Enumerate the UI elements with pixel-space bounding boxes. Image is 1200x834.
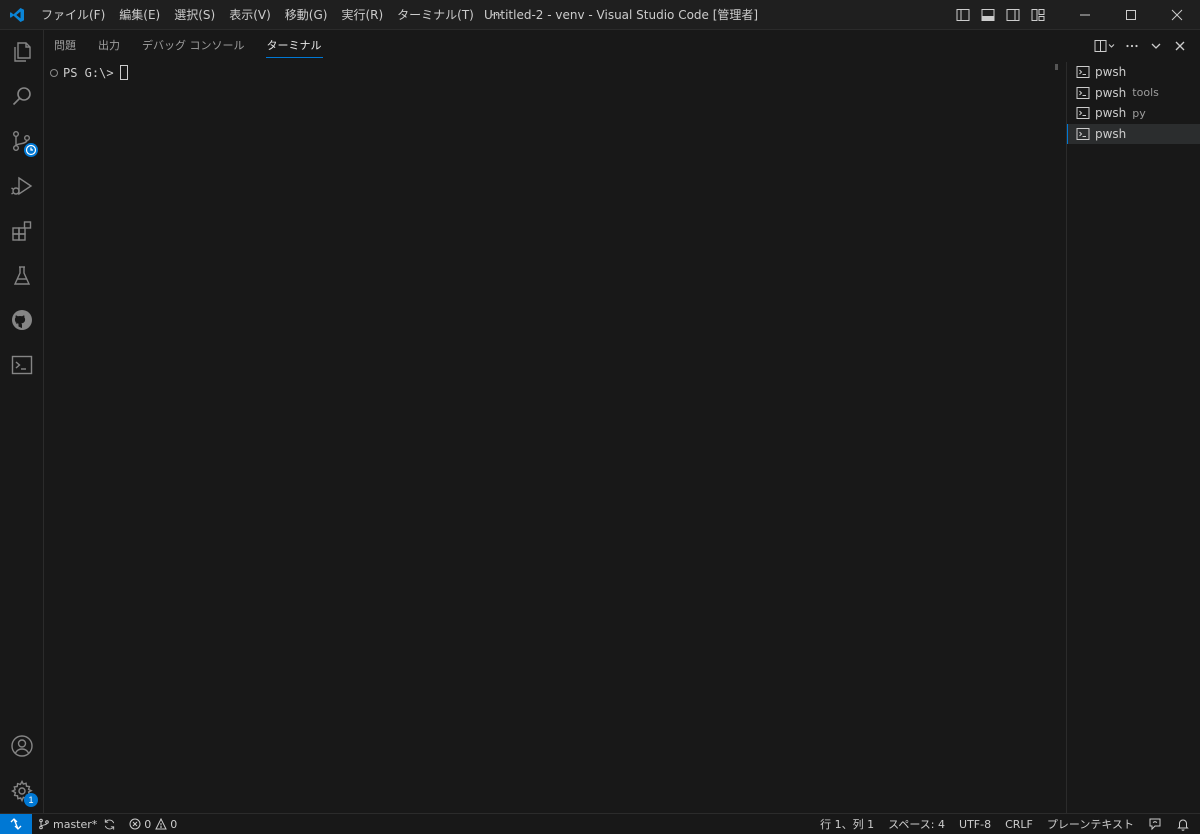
close-window-button[interactable]: [1154, 0, 1200, 30]
terminal-tab-desc: tools: [1132, 86, 1159, 100]
feedback-icon[interactable]: [1141, 814, 1169, 834]
toggle-secondary-sidebar-icon[interactable]: [1000, 0, 1025, 30]
problems-status[interactable]: 0 0: [121, 814, 182, 834]
indentation[interactable]: スペース: 4: [881, 814, 952, 834]
terminal-prompt: PS G:\>: [63, 65, 114, 80]
command-decoration-icon[interactable]: [50, 68, 58, 77]
customize-layout-icon[interactable]: [1025, 0, 1050, 30]
tab-debug-console[interactable]: デバッグ コンソール: [142, 30, 245, 62]
source-control-clock-badge: [24, 143, 38, 157]
window-title: Untitled-2 - venv - Visual Studio Code […: [484, 8, 759, 22]
git-branch[interactable]: master*: [32, 814, 121, 834]
extensions-icon[interactable]: [0, 209, 44, 253]
terminal-panel: 問題 出力 デバッグ コンソール ターミナル PS G:\> pwsh pwsh…: [44, 30, 1200, 813]
terminal-tab-name: pwsh: [1095, 106, 1127, 121]
terminal-cursor: [119, 65, 128, 80]
close-panel-icon[interactable]: [1168, 34, 1192, 58]
terminal-icon: [1076, 106, 1090, 120]
menu-bar: ファイル(F) 編集(E) 選択(S) 表示(V) 移動(G) 実行(R) ター…: [34, 0, 512, 30]
menu-go[interactable]: 移動(G): [278, 0, 335, 30]
run-debug-icon[interactable]: [0, 164, 44, 208]
status-bar: master* 0 0 行 1、列 1 スペース: 4 UTF-8 CRLF プ…: [0, 813, 1200, 834]
terminal-view[interactable]: PS G:\>: [44, 62, 1066, 813]
search-icon[interactable]: [0, 74, 44, 118]
branch-name: master*: [53, 817, 98, 831]
encoding[interactable]: UTF-8: [952, 814, 998, 834]
menu-terminal[interactable]: ターミナル(T): [390, 0, 481, 30]
terminal-tabs-list: pwsh pwsh tools pwsh py pwsh: [1066, 62, 1200, 813]
manage-gear-icon[interactable]: 1: [0, 769, 44, 813]
terminal-tab[interactable]: pwsh tools: [1067, 83, 1200, 104]
testing-icon[interactable]: [0, 254, 44, 298]
vscode-logo-icon[interactable]: [0, 0, 34, 30]
branch-icon: [39, 818, 49, 830]
language-mode[interactable]: プレーンテキスト: [1040, 814, 1141, 834]
sync-icon[interactable]: [103, 818, 116, 831]
notifications-bell-icon[interactable]: [1169, 814, 1200, 834]
terminal-scrollbar[interactable]: [1055, 64, 1058, 70]
terminal-prompt-line: PS G:\>: [50, 65, 128, 80]
error-count: 0: [144, 817, 152, 831]
terminal-icon: [1076, 86, 1090, 100]
warning-icon: [155, 818, 168, 830]
end-of-line[interactable]: CRLF: [998, 814, 1040, 834]
maximize-button[interactable]: [1108, 0, 1154, 30]
terminal-icon: [1076, 65, 1090, 79]
menu-edit[interactable]: 編集(E): [112, 0, 167, 30]
panel-tabs: 問題 出力 デバッグ コンソール ターミナル: [54, 30, 344, 62]
settings-update-badge: 1: [24, 793, 38, 807]
title-bar: ファイル(F) 編集(E) 選択(S) 表示(V) 移動(G) 実行(R) ター…: [0, 0, 1200, 30]
toggle-primary-sidebar-icon[interactable]: [950, 0, 975, 30]
terminal-tab[interactable]: pwsh py: [1067, 103, 1200, 124]
remote-indicator[interactable]: [0, 813, 32, 834]
menu-file[interactable]: ファイル(F): [34, 0, 112, 30]
more-actions-icon[interactable]: [1120, 34, 1144, 58]
terminal-tab-name: pwsh: [1095, 65, 1127, 80]
source-control-icon[interactable]: [0, 119, 44, 163]
menu-run[interactable]: 実行(R): [334, 0, 390, 30]
terminal-tab-name: pwsh: [1095, 85, 1127, 100]
cursor-position[interactable]: 行 1、列 1: [813, 814, 881, 834]
toggle-panel-icon[interactable]: [975, 0, 1000, 30]
account-icon[interactable]: [0, 724, 44, 768]
terminal-icon[interactable]: [0, 343, 44, 387]
tab-output[interactable]: 出力: [98, 30, 120, 62]
terminal-tab[interactable]: pwsh: [1067, 62, 1200, 83]
warning-count: 0: [170, 817, 178, 831]
github-icon[interactable]: [0, 298, 44, 342]
menu-view[interactable]: 表示(V): [222, 0, 278, 30]
menu-selection[interactable]: 選択(S): [167, 0, 222, 30]
terminal-tab-desc: py: [1132, 106, 1146, 120]
panel-actions: [1090, 30, 1192, 62]
error-icon: [129, 818, 141, 830]
chevron-down-icon[interactable]: [1144, 34, 1168, 58]
tab-problems[interactable]: 問題: [54, 30, 76, 62]
minimize-button[interactable]: [1062, 0, 1108, 30]
terminal-tab-name: pwsh: [1095, 126, 1127, 141]
terminal-icon: [1076, 127, 1090, 141]
activity-bar: 1: [0, 30, 44, 813]
explorer-icon[interactable]: [0, 30, 44, 74]
terminal-tab-active[interactable]: pwsh: [1067, 123, 1200, 144]
tab-terminal[interactable]: ターミナル: [265, 30, 323, 62]
split-terminal-icon[interactable]: [1090, 34, 1120, 58]
